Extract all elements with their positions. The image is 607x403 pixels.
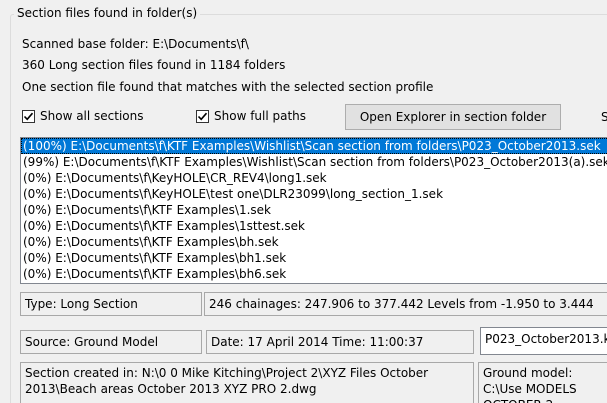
ground-model-field: Ground model: C:\Use MODELS OCTOBER 2: [478, 362, 607, 403]
match-note: One section file found that matches with…: [22, 80, 434, 94]
list-item[interactable]: (0%) E:\Documents\f\KTF Examples\1sttest…: [21, 218, 607, 234]
checkbox-box[interactable]: [22, 109, 35, 123]
show-all-sections-checkbox[interactable]: Show all sections: [22, 108, 144, 124]
type-field: Type: Long Section: [20, 292, 202, 316]
clipped-edge-label: S: [601, 110, 607, 124]
scan-section-panel: Section files found in folder(s) Scanned…: [0, 0, 607, 403]
groupbox-title: Section files found in folder(s): [14, 6, 201, 20]
show-full-paths-label[interactable]: Show full paths: [214, 109, 306, 123]
check-mark-icon: [23, 112, 34, 120]
list-item[interactable]: (0%) E:\Documents\f\KTF Examples\1.sek: [21, 202, 607, 218]
list-item[interactable]: (100%) E:\Documents\f\KTF Examples\Wishl…: [21, 138, 607, 154]
list-item[interactable]: (0%) E:\Documents\f\KeyHOLE\CR_REV4\long…: [21, 170, 607, 186]
scanned-base-folder-label: Scanned base folder: E:\Documents\f\: [22, 37, 249, 51]
show-full-paths-checkbox[interactable]: Show full paths: [196, 108, 306, 124]
chainages-field: 246 chainages: 247.906 to 377.442 Levels…: [204, 292, 607, 316]
checkbox-box[interactable]: [196, 109, 209, 123]
open-explorer-button[interactable]: Open Explorer in section folder: [345, 104, 561, 130]
list-item[interactable]: (0%) E:\Documents\f\KTF Examples\bh1.sek: [21, 250, 607, 266]
source-field: Source: Ground Model: [20, 330, 202, 354]
list-item[interactable]: (99%) E:\Documents\f\KTF Examples\Wishli…: [21, 154, 607, 170]
list-item[interactable]: (0%) E:\Documents\f\KeyHOLE\test one\DLR…: [21, 186, 607, 202]
list-item[interactable]: (0%) E:\Documents\f\KTF Examples\bh.sek: [21, 234, 607, 250]
date-field: Date: 17 April 2014 Time: 11:00:37: [206, 330, 474, 354]
section-created-in-field: Section created in: N:\0 0 Mike Kitching…: [20, 362, 474, 403]
files-found-summary: 360 Long section files found in 1184 fol…: [22, 58, 286, 72]
list-item[interactable]: (0%) E:\Documents\f\KTF Examples\bh6.sek: [21, 266, 607, 282]
filename-field[interactable]: P023_October2013.kg: [480, 327, 607, 355]
check-mark-icon: [197, 112, 208, 120]
section-files-listbox[interactable]: (100%) E:\Documents\f\KTF Examples\Wishl…: [20, 137, 607, 284]
show-all-sections-label[interactable]: Show all sections: [40, 109, 144, 123]
